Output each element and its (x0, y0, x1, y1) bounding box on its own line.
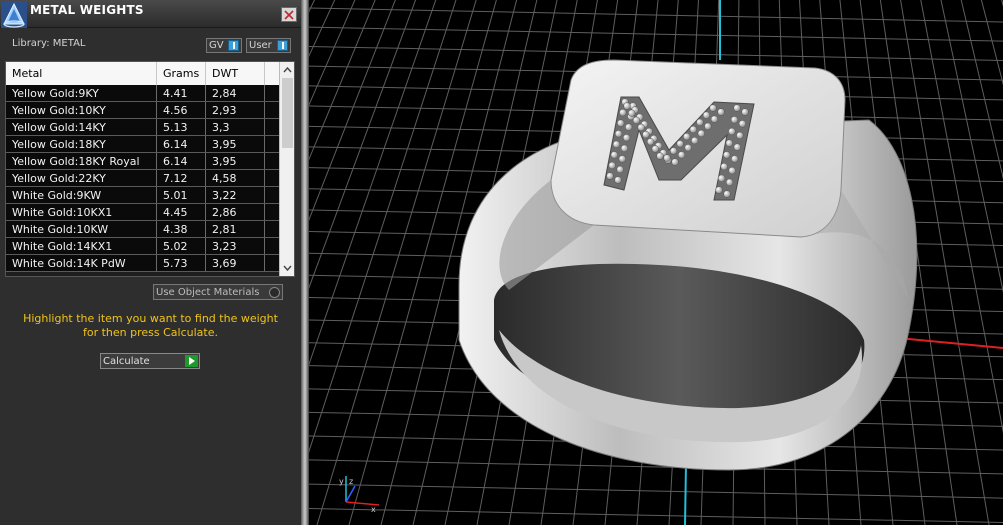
3d-viewport[interactable]: z y x (309, 0, 1003, 525)
scroll-down-button[interactable] (280, 261, 294, 275)
cell-grams: 6.14 (157, 136, 206, 152)
svg-text:y: y (339, 477, 344, 486)
panel-title: METAL WEIGHTS (30, 3, 144, 17)
calculate-label: Calculate (103, 355, 150, 367)
table-row[interactable]: White Gold:14K PdW 5.73 3,69 (6, 255, 279, 272)
column-header-grams[interactable]: Grams (157, 62, 206, 85)
table-row[interactable]: Yellow Gold:14KY 5.13 3,3 (6, 119, 279, 136)
scroll-up-button[interactable] (280, 63, 294, 77)
user-toggle-switch-icon (277, 40, 288, 51)
table-row[interactable]: Yellow Gold:18KY 6.14 3,95 (6, 136, 279, 153)
axis-triad-icon: z y x (339, 476, 380, 514)
gv-toggle-label: GV (209, 40, 224, 51)
cell-metal: Yellow Gold:10KY (6, 102, 157, 118)
cell-dwt: 3,3 (206, 119, 265, 135)
scroll-thumb[interactable] (282, 78, 293, 148)
cell-dwt: 3,95 (206, 153, 265, 169)
gv-toggle[interactable]: GV (206, 38, 242, 53)
cell-grams: 5.13 (157, 119, 206, 135)
user-toggle-label: User (249, 40, 272, 51)
viewport-canvas: z y x (309, 0, 1003, 525)
cell-metal: White Gold:14K PdW (6, 255, 157, 271)
cell-grams: 4.45 (157, 204, 206, 220)
column-header-dwt[interactable]: DWT (206, 62, 265, 85)
play-arrow-icon (185, 355, 198, 367)
cell-grams: 6.14 (157, 153, 206, 169)
close-button[interactable] (281, 7, 297, 22)
cell-dwt: 2,81 (206, 221, 265, 237)
table-row[interactable]: White Gold:14KX1 5.02 3,23 (6, 238, 279, 255)
instruction-text: Highlight the item you want to find the … (0, 312, 301, 340)
metal-weights-panel: METAL WEIGHTS Library: METAL GV User Met… (0, 0, 301, 525)
table-row[interactable]: Yellow Gold:18KY Royal 6.14 3,95 (6, 153, 279, 170)
table-row[interactable]: Yellow Gold:9KY 4.41 2,84 (6, 85, 279, 102)
table-row[interactable]: White Gold:10KW 4.38 2,81 (6, 221, 279, 238)
cell-dwt: 3,95 (206, 136, 265, 152)
metal-weights-table: Metal Grams DWT Yellow Gold:9KY 4.41 2,84 Y… (5, 61, 295, 277)
use-object-materials-label: Use Object Materials (156, 286, 260, 298)
gv-toggle-switch-icon (228, 40, 239, 51)
ring-model (458, 59, 918, 471)
cell-dwt: 2,93 (206, 102, 265, 118)
table-row[interactable]: White Gold:9KW 5.01 3,22 (6, 187, 279, 204)
cell-metal: Yellow Gold:14KY (6, 119, 157, 135)
cell-grams: 4.56 (157, 102, 206, 118)
app-logo-icon (1, 1, 27, 28)
panel-splitter[interactable] (301, 0, 309, 525)
library-label: Library: METAL (12, 38, 86, 49)
cell-grams: 4.41 (157, 85, 206, 101)
panel-titlebar: METAL WEIGHTS (0, 0, 301, 28)
cell-metal: Yellow Gold:22KY (6, 170, 157, 186)
column-header-metal[interactable]: Metal (6, 62, 157, 85)
table-row[interactable]: Yellow Gold:10KY 4.56 2,93 (6, 102, 279, 119)
calculate-button[interactable]: Calculate (100, 353, 200, 369)
instruction-line-2: for then press Calculate. (82, 326, 218, 339)
chevron-up-icon (283, 67, 292, 73)
cell-metal: Yellow Gold:18KY (6, 136, 157, 152)
cell-grams: 5.02 (157, 238, 206, 254)
svg-text:z: z (349, 477, 353, 486)
table-row[interactable]: White Gold:10KX1 4.45 2,86 (6, 204, 279, 221)
close-icon (284, 9, 294, 20)
cell-dwt: 2,86 (206, 204, 265, 220)
cell-metal: White Gold:10KW (6, 221, 157, 237)
use-object-materials-radio[interactable] (269, 287, 280, 298)
user-toggle[interactable]: User (246, 38, 291, 53)
cell-grams: 4.38 (157, 221, 206, 237)
cell-dwt: 3,22 (206, 187, 265, 203)
instruction-line-1: Highlight the item you want to find the … (23, 312, 278, 325)
cell-grams: 5.01 (157, 187, 206, 203)
cell-dwt: 4,58 (206, 170, 265, 186)
chevron-down-icon (283, 265, 292, 271)
table-scrollbar[interactable] (279, 62, 294, 276)
cell-metal: Yellow Gold:18KY Royal (6, 153, 157, 169)
use-object-materials-option[interactable]: Use Object Materials (153, 284, 283, 300)
table-row[interactable]: Yellow Gold:22KY 7.12 4,58 (6, 170, 279, 187)
cell-metal: White Gold:9KW (6, 187, 157, 203)
svg-text:x: x (371, 505, 376, 514)
cell-metal: White Gold:14KX1 (6, 238, 157, 254)
cell-dwt: 3,23 (206, 238, 265, 254)
table-header: Metal Grams DWT (6, 62, 279, 85)
cell-metal: Yellow Gold:9KY (6, 85, 157, 101)
cell-metal: White Gold:10KX1 (6, 204, 157, 220)
cell-grams: 7.12 (157, 170, 206, 186)
cell-grams: 5.73 (157, 255, 206, 271)
table-body: Yellow Gold:9KY 4.41 2,84 Yellow Gold:10KY 4… (6, 85, 279, 272)
cell-dwt: 3,69 (206, 255, 265, 271)
cell-dwt: 2,84 (206, 85, 265, 101)
